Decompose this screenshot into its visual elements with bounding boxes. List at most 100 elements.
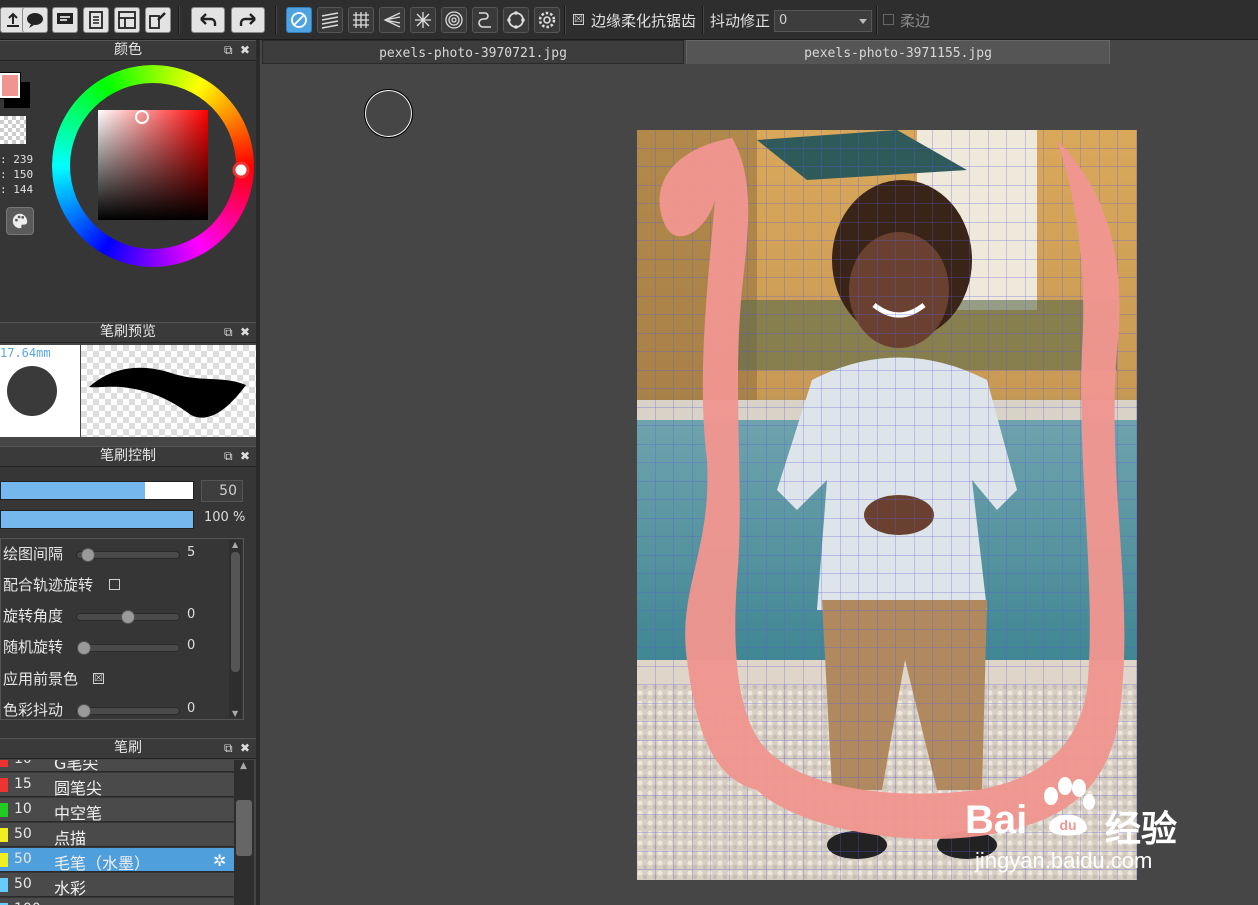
brush-size: 10 xyxy=(14,801,32,817)
document-icon[interactable] xyxy=(83,7,109,33)
ellipse-ruler-icon[interactable] xyxy=(503,7,529,33)
svg-text:du: du xyxy=(1059,817,1076,833)
layout-icon[interactable] xyxy=(114,7,140,33)
brush-list-item[interactable]: 100 水彩(湿) xyxy=(0,898,234,905)
watermark-brand-left: Bai xyxy=(965,798,1028,842)
concentric-icon[interactable] xyxy=(441,7,467,33)
brush-list-item[interactable]: 50 水彩 xyxy=(0,873,234,898)
color-panel-header: 颜色 ⧉ ✖ xyxy=(0,40,256,61)
brush-name: 水彩 xyxy=(54,879,87,898)
curve-ruler-icon[interactable] xyxy=(472,7,498,33)
tab-document-1[interactable]: pexels-photo-3970721.jpg xyxy=(262,40,684,64)
brush-list-scrollbar[interactable]: ▲ xyxy=(234,760,254,905)
detach-icon[interactable]: ⧉ xyxy=(224,41,233,60)
detach-icon[interactable]: ⧉ xyxy=(224,739,233,758)
scrollbar-thumb[interactable] xyxy=(236,800,252,856)
brush-opacity-slider[interactable] xyxy=(0,510,194,529)
brush-size-value[interactable]: 50 xyxy=(201,480,243,502)
blue-value: : 144 xyxy=(0,183,34,196)
brush-color-marker xyxy=(0,760,8,767)
option-label: 旋转角度 xyxy=(3,607,64,625)
transparent-color-swatch[interactable] xyxy=(0,116,26,144)
hue-picker-handle[interactable] xyxy=(232,161,250,179)
scroll-down-icon[interactable]: ▼ xyxy=(232,709,238,718)
comment-box-icon[interactable] xyxy=(52,7,78,33)
brush-list-item[interactable]: 10 中空笔 xyxy=(0,798,234,823)
brush-size: 50 xyxy=(14,851,32,867)
speech-bubble-icon[interactable] xyxy=(22,7,48,33)
palette-icon[interactable] xyxy=(6,207,34,235)
watermark-url: jingyan.baidu.com xyxy=(975,848,1153,873)
settings-gear-icon[interactable] xyxy=(534,7,560,33)
options-scrollbar[interactable]: ▲ ▼ xyxy=(229,540,242,718)
brush-settings-gear-icon[interactable]: ✲ xyxy=(213,851,226,870)
brush-size-readout: 17.64mm xyxy=(0,346,51,360)
edit-list-icon[interactable] xyxy=(145,7,171,33)
option-value: 5 xyxy=(187,545,196,560)
brush-list-item[interactable]: 10 G笔尖 xyxy=(0,760,234,773)
slider-knob[interactable] xyxy=(81,548,95,562)
tab-document-2[interactable]: pexels-photo-3971155.jpg xyxy=(686,40,1110,64)
brush-options-box xyxy=(0,538,244,720)
radial-icon[interactable] xyxy=(410,7,436,33)
option-slider[interactable] xyxy=(76,610,180,624)
option-checkbox[interactable]: ☒ xyxy=(93,673,104,684)
brush-control-title: 笔刷控制 xyxy=(100,448,156,464)
brush-size: 10 xyxy=(14,760,32,767)
no-ruler-icon[interactable] xyxy=(286,7,312,33)
color-wheel[interactable] xyxy=(52,65,254,267)
brush-color-marker xyxy=(0,853,8,867)
brush-size: 15 xyxy=(14,776,32,792)
option-value: 0 xyxy=(187,607,196,622)
scroll-up-icon[interactable]: ▲ xyxy=(232,540,238,549)
redo-icon[interactable] xyxy=(231,7,265,33)
antialias-checkbox[interactable]: ☒ xyxy=(573,14,584,25)
brush-stroke-shape xyxy=(89,367,246,418)
undo-icon[interactable] xyxy=(191,7,225,33)
close-icon[interactable]: ✖ xyxy=(240,323,250,342)
option-label: 随机旋转 xyxy=(3,638,64,656)
photo-canvas[interactable] xyxy=(637,130,1137,880)
scroll-up-icon[interactable]: ▲ xyxy=(240,761,247,771)
brush-list-item[interactable]: 50 点描 xyxy=(0,823,234,848)
brush-color-marker xyxy=(0,803,8,817)
option-value: 0 xyxy=(187,638,196,653)
option-checkbox[interactable] xyxy=(109,579,120,590)
slider-knob[interactable] xyxy=(77,641,91,655)
color-panel-title: 颜色 xyxy=(114,42,142,58)
brush-list-item[interactable]: 50 毛笔（水墨） ✲ xyxy=(0,848,234,873)
brush-stroke-preview xyxy=(81,345,256,437)
brush-list-title: 笔刷 xyxy=(114,740,142,756)
brush-list-header: 笔刷 ⧉ ✖ xyxy=(0,738,256,759)
brush-name: 中空笔 xyxy=(54,804,103,823)
close-icon[interactable]: ✖ xyxy=(240,41,250,60)
option-slider[interactable] xyxy=(76,641,180,655)
close-icon[interactable]: ✖ xyxy=(240,447,250,466)
stabilizer-select[interactable]: 0 xyxy=(774,10,872,32)
perspective-icon[interactable] xyxy=(379,7,405,33)
option-label: 应用前景色 xyxy=(3,670,79,688)
scrollbar-thumb[interactable] xyxy=(231,552,240,672)
brush-name: 水彩(湿) xyxy=(54,900,115,905)
grid-icon[interactable] xyxy=(348,7,374,33)
brush-name: 圆笔尖 xyxy=(54,779,103,798)
detach-icon[interactable]: ⧉ xyxy=(224,323,233,342)
foreground-color-swatch[interactable] xyxy=(0,72,21,99)
brush-size-slider[interactable] xyxy=(0,481,194,500)
brush-size: 50 xyxy=(14,826,32,842)
brush-color-marker xyxy=(0,878,8,892)
brush-list-item[interactable]: 15 圆笔尖 xyxy=(0,773,234,798)
brush-size: 100 xyxy=(14,901,41,905)
option-slider[interactable] xyxy=(76,548,180,562)
brush-size: 50 xyxy=(14,876,32,892)
detach-icon[interactable]: ⧉ xyxy=(224,447,233,466)
slider-knob[interactable] xyxy=(77,704,91,718)
soft-edge-checkbox[interactable] xyxy=(883,14,894,25)
green-value: : 150 xyxy=(0,168,34,181)
parallel-lines-icon[interactable] xyxy=(317,7,343,33)
option-slider[interactable] xyxy=(76,704,180,718)
slider-knob[interactable] xyxy=(121,610,135,624)
option-label: 绘图间隔 xyxy=(3,545,64,563)
brush-preview-title: 笔刷预览 xyxy=(100,324,156,340)
close-icon[interactable]: ✖ xyxy=(240,739,250,758)
